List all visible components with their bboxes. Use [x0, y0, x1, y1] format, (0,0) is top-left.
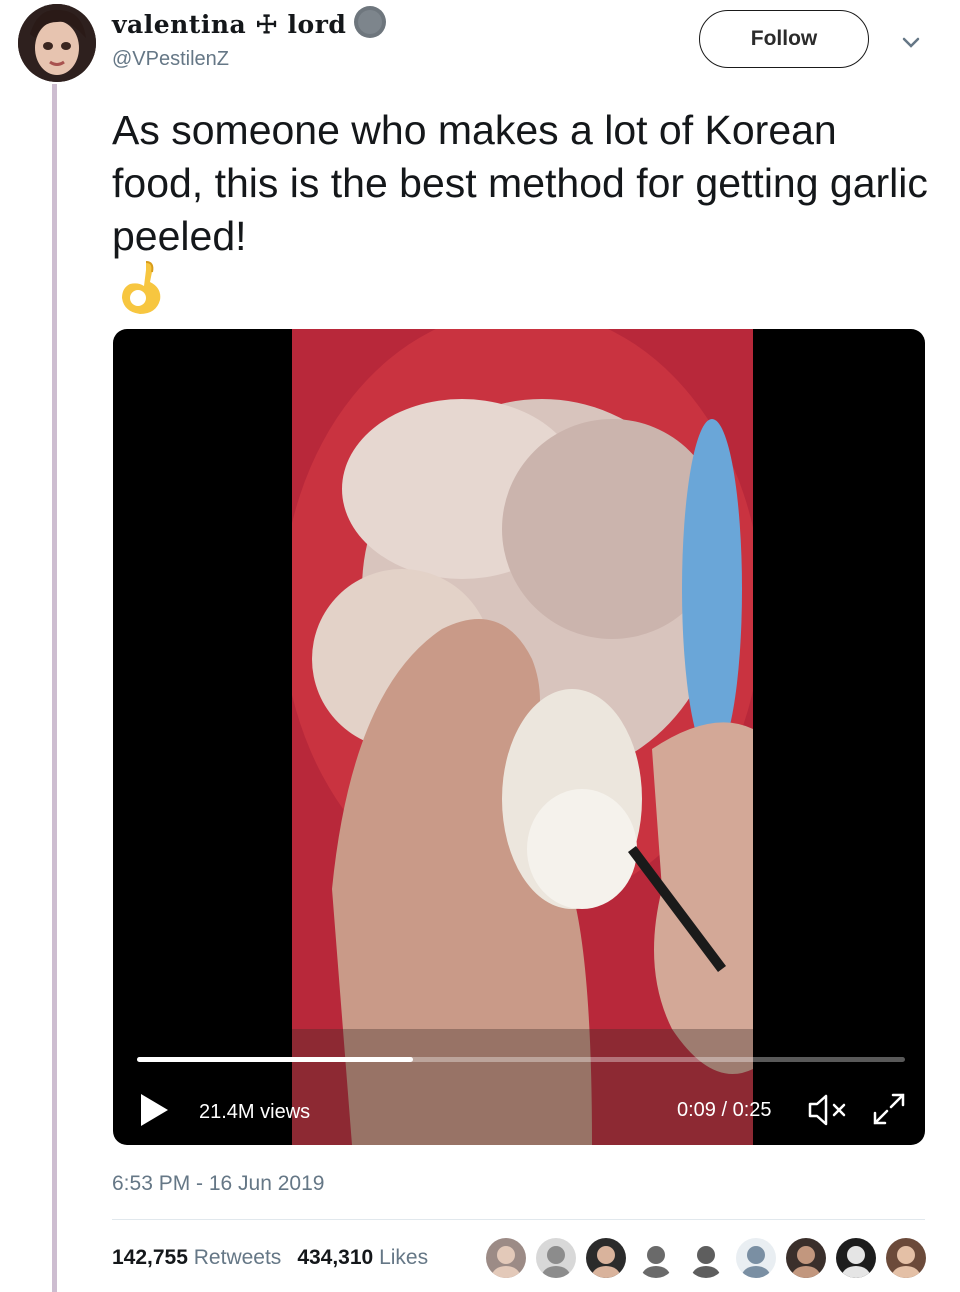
- author-handle[interactable]: @VPestilenZ: [112, 48, 229, 71]
- liker-avatar-7[interactable]: [784, 1236, 828, 1280]
- retweets-count: 142,755: [112, 1246, 188, 1269]
- liker-avatar-8[interactable]: [834, 1236, 878, 1280]
- video-progress-bar[interactable]: [137, 1057, 905, 1062]
- author-display-name[interactable]: valentina ☩ lord: [112, 10, 346, 39]
- thread-line: [52, 84, 57, 1292]
- liker-avatar-1[interactable]: [484, 1236, 528, 1280]
- liker-avatars: [484, 1236, 934, 1280]
- round-badge-icon: [354, 6, 386, 38]
- ok-hand-icon: [122, 261, 161, 314]
- play-icon[interactable]: [137, 1091, 171, 1129]
- liker-avatar-5[interactable]: [684, 1236, 728, 1280]
- likes-count: 434,310: [297, 1246, 374, 1269]
- mute-icon[interactable]: [806, 1091, 852, 1129]
- tweet-text: As someone who makes a lot of Korean foo…: [112, 107, 928, 259]
- view-count: 21.4M views: [199, 1101, 311, 1123]
- author-avatar[interactable]: [18, 4, 96, 82]
- video-frame: [292, 329, 753, 1145]
- liker-avatar-9[interactable]: [884, 1236, 928, 1280]
- video-time: 0:09 / 0:25: [677, 1099, 772, 1121]
- follow-button[interactable]: Follow: [699, 10, 869, 68]
- chevron-down-icon[interactable]: [896, 28, 926, 58]
- liker-avatar-3[interactable]: [584, 1236, 628, 1280]
- liker-avatar-6[interactable]: [734, 1236, 778, 1280]
- likes-label: Likes: [379, 1246, 429, 1269]
- retweets-label: Retweets: [193, 1246, 282, 1269]
- fullscreen-icon[interactable]: [869, 1089, 909, 1129]
- liker-avatar-4[interactable]: [634, 1236, 678, 1280]
- video-progress-fill: [137, 1057, 414, 1062]
- likes-stat[interactable]: 434,310 Likes: [297, 1246, 428, 1270]
- video-player[interactable]: 21.4M views 0:09 / 0:25: [113, 329, 925, 1145]
- tweet-stats: 142,755 Retweets 434,310 Likes: [112, 1246, 428, 1270]
- retweets-stat[interactable]: 142,755 Retweets: [112, 1246, 281, 1270]
- tweet-timestamp[interactable]: 6:53 PM - 16 Jun 2019: [112, 1172, 324, 1196]
- liker-avatar-2[interactable]: [534, 1236, 578, 1280]
- divider: [112, 1219, 925, 1220]
